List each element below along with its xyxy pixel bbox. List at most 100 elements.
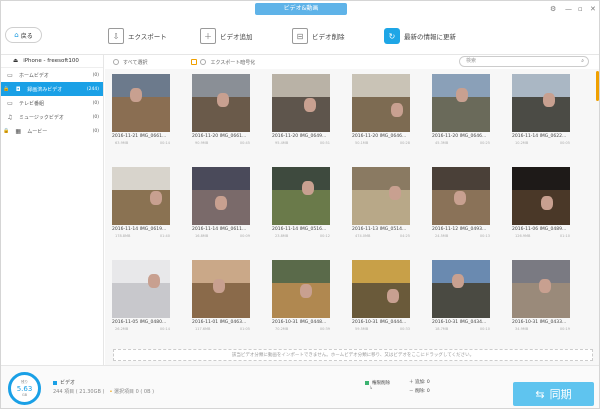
video-card[interactable]: 2016-10-31 IMG_0433... 34.9MB 00:19 bbox=[512, 260, 570, 344]
sidebar-item[interactable]: 🔒 ▦ ムービー (0) bbox=[1, 124, 103, 138]
blurred-face bbox=[541, 196, 553, 210]
blurred-face bbox=[300, 284, 312, 298]
video-duration: 00:14 bbox=[159, 141, 170, 145]
refresh-button[interactable]: ↻ 最新の情報に更新 bbox=[384, 27, 456, 45]
thumbnail-upper bbox=[352, 74, 410, 98]
video-card[interactable]: 2016-11-20 IMG_0661... 90.9MB 00:45 bbox=[192, 74, 250, 158]
sync-label: 同期 bbox=[549, 388, 572, 401]
settings-icon[interactable]: ⚙ bbox=[550, 5, 556, 13]
blurred-face bbox=[213, 279, 225, 293]
thumbnail-lower bbox=[352, 283, 410, 318]
video-meta: 70.2MB 00:39 bbox=[275, 327, 330, 331]
video-name: 2016-11-05 IMG_0480... bbox=[112, 320, 167, 325]
thumbnail-upper bbox=[432, 167, 490, 191]
search-icon: ⌕ bbox=[581, 58, 584, 64]
video-card[interactable]: 2016-10-31 IMG_0448... 70.2MB 00:39 bbox=[272, 260, 330, 344]
sidebar-item-label: 録画済みビデオ bbox=[27, 86, 63, 93]
restore-icon[interactable]: ▫ bbox=[578, 5, 583, 13]
video-meta: 59.5MB 00:33 bbox=[355, 327, 410, 331]
sidebar-item-count: (0) bbox=[92, 72, 99, 78]
toolbar: ⌂ 戻る ⇩ エクスポート ＋ ビデオ追加 ⊟ ビデオ削除 ↻ 最新の情報に更新 bbox=[1, 19, 599, 55]
sidebar-item[interactable]: ♫ ミュージックビデオ (0) bbox=[1, 110, 103, 124]
video-duration: 01:10 bbox=[559, 234, 570, 238]
add-count: ＋ 追加: 0 bbox=[409, 380, 430, 385]
close-icon[interactable]: ✕ bbox=[590, 5, 596, 13]
select-all-checkbox[interactable] bbox=[113, 59, 119, 65]
video-name: 2016-11-21 IMG_0661... bbox=[112, 134, 167, 139]
export-encrypt-label: エクスポート暗号化 bbox=[210, 59, 256, 66]
camera-icon: ◘ bbox=[15, 85, 21, 93]
video-thumbnail bbox=[192, 260, 250, 318]
sidebar-item[interactable]: 🔒 ◘ 録画済みビデオ (244) bbox=[1, 82, 103, 96]
sidebar-item-count: (0) bbox=[92, 128, 99, 134]
blurred-face bbox=[304, 98, 316, 112]
video-card[interactable]: 2016-11-20 IMG_0646... 45.3MB 00:25 bbox=[432, 74, 490, 158]
export-encrypt-checkbox[interactable] bbox=[200, 59, 207, 65]
sidebar-item[interactable]: ▭ ホームビデオ (0) bbox=[1, 68, 103, 82]
video-card[interactable]: 2016-11-06 IMG_0489... 126.9MB 01:10 bbox=[512, 167, 570, 251]
selected-summary: 選択項目 0 ( 0B ) bbox=[113, 389, 155, 395]
video-card[interactable]: 2016-11-21 IMG_0661... 63.9MB 00:14 bbox=[112, 74, 170, 158]
main-content: すべて選択 エクスポート暗号化 検索 ⌕ 2016-11-21 IMG_0661… bbox=[105, 55, 599, 365]
video-card[interactable]: 2016-11-14 IMG_0622... 10.2MB 00:05 bbox=[512, 74, 570, 158]
back-button[interactable]: ⌂ 戻る bbox=[5, 27, 42, 43]
eject-icon: ⏏ bbox=[13, 58, 19, 64]
video-duration: 00:19 bbox=[559, 327, 570, 331]
video-thumbnail bbox=[192, 74, 250, 132]
lock-icon bbox=[191, 59, 198, 65]
sidebar-item-label: ムービー bbox=[27, 128, 48, 135]
video-card[interactable]: 2016-11-14 IMG_0619... 178.8MB 01:40 bbox=[112, 167, 170, 251]
minimize-icon[interactable]: — bbox=[565, 5, 572, 13]
thumbnail-upper bbox=[192, 167, 250, 191]
delete-video-button[interactable]: ⊟ ビデオ削除 bbox=[292, 27, 345, 45]
thumbnail-lower bbox=[432, 97, 490, 132]
blurred-face bbox=[302, 181, 314, 195]
video-card[interactable]: 2016-11-14 IMG_0611... 16.8MB 00:09 bbox=[192, 167, 250, 251]
video-size: 178.8MB bbox=[115, 234, 131, 238]
export-button[interactable]: ⇩ エクスポート bbox=[108, 27, 167, 45]
video-thumbnail bbox=[432, 74, 490, 132]
video-card[interactable]: 2016-11-01 IMG_0463... 117.6MB 01:05 bbox=[192, 260, 250, 344]
sync-button[interactable]: ⇆ 同期 bbox=[513, 382, 594, 406]
video-meta: 95.4MB 00:51 bbox=[275, 141, 330, 145]
add-video-button[interactable]: ＋ ビデオ追加 bbox=[200, 27, 253, 45]
blurred-face bbox=[217, 93, 229, 107]
video-thumbnail bbox=[432, 260, 490, 318]
video-card[interactable]: 2016-11-20 IMG_0649... 95.4MB 00:51 bbox=[272, 74, 330, 158]
video-thumbnail bbox=[112, 74, 170, 132]
sidebar-item[interactable]: ▭ テレビ番組 (0) bbox=[1, 96, 103, 110]
gauge-unit: GB bbox=[21, 393, 28, 397]
delete-count: － 削除: 0 bbox=[409, 389, 430, 394]
blurred-face bbox=[539, 279, 551, 293]
title-bar: ビデオ&動画 ⚙ — ▫ ✕ bbox=[1, 1, 599, 19]
video-card[interactable]: 2016-11-14 IMG_0516... 23.8MB 00:12 bbox=[272, 167, 330, 251]
video-card[interactable]: 2016-10-31 IMG_0444... 59.5MB 00:33 bbox=[352, 260, 410, 344]
video-duration: 00:28 bbox=[399, 141, 410, 145]
thumbnail-upper bbox=[112, 167, 170, 191]
lock-icon: 🔒 bbox=[3, 128, 10, 134]
blurred-face bbox=[148, 274, 160, 288]
video-card[interactable]: 2016-11-20 IMG_0646... 50.1MB 00:28 bbox=[352, 74, 410, 158]
video-duration: 00:05 bbox=[559, 141, 570, 145]
sync-arrow-icon: ↳ bbox=[369, 386, 373, 391]
video-thumbnail bbox=[352, 167, 410, 225]
scrollbar[interactable] bbox=[596, 71, 599, 101]
video-size: 23.8MB bbox=[275, 234, 289, 238]
video-name: 2016-11-06 IMG_0489... bbox=[512, 227, 567, 232]
video-duration: 04:25 bbox=[399, 234, 410, 238]
video-card[interactable]: 2016-11-12 IMG_0493... 24.5MB 00:13 bbox=[432, 167, 490, 251]
video-meta: 50.1MB 00:28 bbox=[355, 141, 410, 145]
blurred-face bbox=[456, 88, 468, 102]
blurred-face bbox=[452, 274, 464, 288]
video-card[interactable]: 2016-11-05 IMG_0480... 26.2MB 00:14 bbox=[112, 260, 170, 344]
video-size: 474.0MB bbox=[355, 234, 371, 238]
video-meta: 26.2MB 00:14 bbox=[115, 327, 170, 331]
video-card[interactable]: 2016-11-13 IMG_0514... 474.0MB 04:25 bbox=[352, 167, 410, 251]
video-card[interactable]: 2016-10-31 IMG_0434... 18.7MB 00:10 bbox=[432, 260, 490, 344]
device-row[interactable]: ⏏ iPhone - freesoft100 bbox=[1, 55, 103, 68]
video-size: 117.6MB bbox=[195, 327, 211, 331]
blurred-face bbox=[389, 186, 401, 200]
search-input[interactable]: 検索 ⌕ bbox=[459, 56, 589, 67]
video-meta: 117.6MB 01:05 bbox=[195, 327, 250, 331]
status-bar: 残り 5.63 GB ビデオ 244 項目 ( 21.30GB ) • 選択項目… bbox=[1, 365, 599, 408]
